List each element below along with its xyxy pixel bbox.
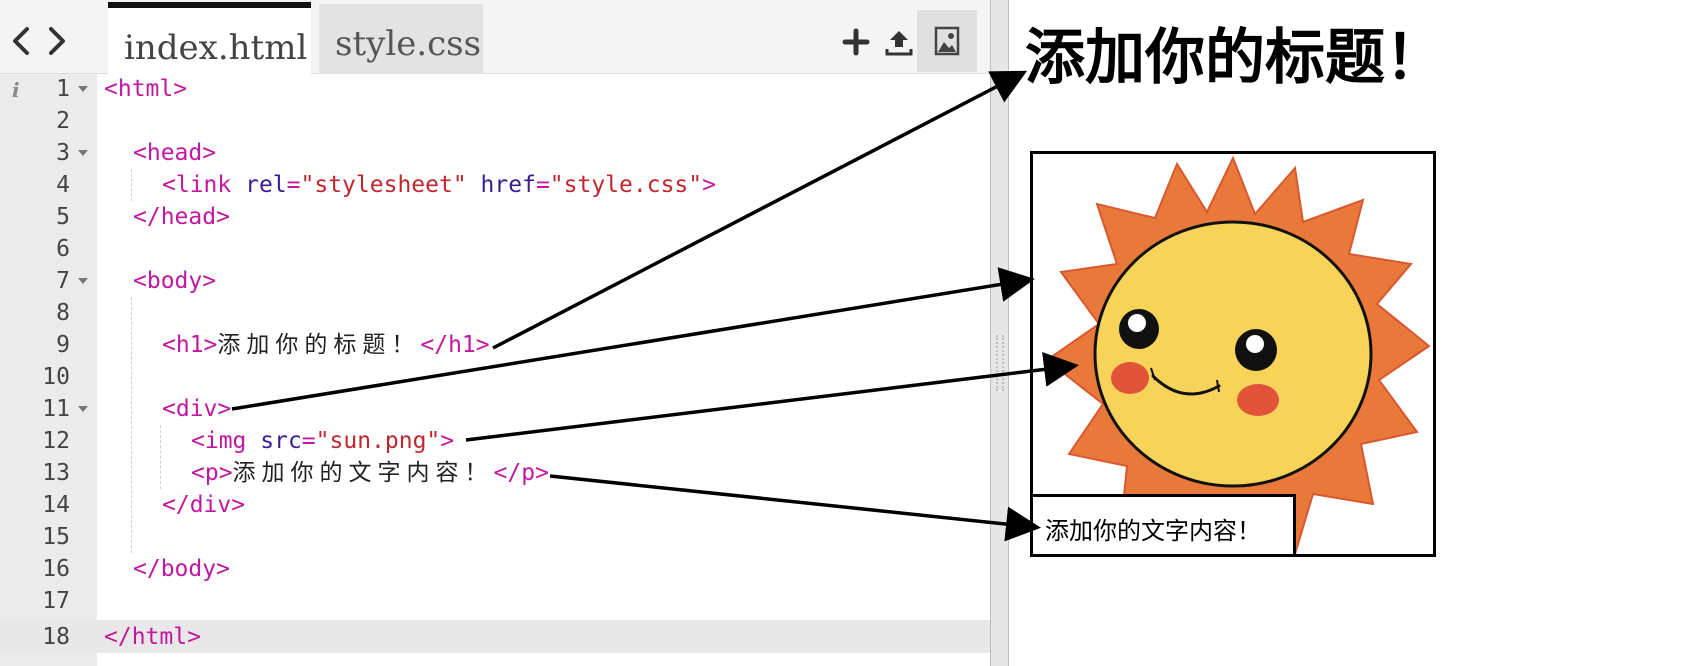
line-number: 18 (42, 624, 70, 650)
left-eye-shine (1128, 314, 1146, 332)
h1-open-tag: <h1> (162, 332, 218, 358)
equals-sign: = (301, 428, 316, 454)
html-close-tag: </html> (104, 624, 201, 650)
preview-heading: 添加你的标题！ (1025, 23, 1445, 93)
src-attribute: src (260, 428, 302, 454)
line-number: 1 (56, 76, 70, 102)
code-line-16[interactable]: </body> (133, 553, 230, 585)
right-cheek (1237, 384, 1279, 416)
right-eye-shine (1246, 335, 1264, 353)
line-number: 4 (56, 172, 70, 198)
href-attribute: href (480, 172, 536, 198)
tab-index-html[interactable]: index.html (108, 2, 311, 75)
sun-face (1093, 220, 1373, 488)
equals-sign: = (535, 172, 550, 198)
code-line-9[interactable]: <h1>添加你的标题！</h1> (162, 329, 490, 361)
line-number: 13 (42, 460, 70, 486)
line-number: 16 (42, 556, 70, 582)
code-line-7[interactable]: <body> (133, 265, 216, 297)
line-number: 7 (56, 268, 70, 294)
img-tag: <img (191, 428, 247, 454)
upload-icon[interactable] (877, 20, 921, 64)
left-cheek (1111, 362, 1149, 394)
line-number: 8 (56, 300, 70, 326)
line-number: 14 (42, 492, 70, 518)
line-number: 17 (42, 588, 70, 614)
div-open-tag: <div> (162, 396, 232, 422)
line-number: 2 (56, 108, 70, 134)
fold-arrow-icon[interactable] (78, 278, 88, 284)
editor-tab-bar: index.html style.css (0, 0, 990, 75)
fold-arrow-icon[interactable] (78, 406, 88, 412)
code-line-18[interactable]: </html> (104, 621, 201, 653)
equals-sign: = (286, 172, 301, 198)
html-open-tag: <html> (104, 76, 188, 102)
head-open-tag: <head> (133, 140, 217, 166)
code-line-14[interactable]: </div> (162, 489, 245, 521)
p-close-tag: </p> (493, 460, 549, 486)
code-line-1[interactable]: <html> (104, 73, 187, 105)
p-text: 添加你的文字内容！ (232, 460, 494, 486)
line-number: 12 (42, 428, 70, 454)
image-icon[interactable] (917, 10, 977, 72)
preview-paragraph: 添加你的文字内容！ (1030, 494, 1296, 557)
head-close-tag: </head> (133, 204, 230, 230)
tag-close-bracket: > (702, 172, 716, 198)
tab-style-css[interactable]: style.css (319, 4, 483, 74)
splitter-grip-icon[interactable] (996, 335, 1004, 391)
rel-attribute: rel (245, 172, 287, 198)
plus-icon[interactable] (834, 20, 878, 64)
indent-guide (131, 169, 132, 201)
src-value: "sun.png" (315, 428, 441, 454)
rel-value: "stylesheet" (300, 172, 467, 198)
body-open-tag: <body> (133, 268, 217, 294)
indent-guide (160, 425, 161, 489)
h1-text: 添加你的标题！ (217, 332, 421, 358)
code-line-12[interactable]: <img src="sun.png"> (191, 425, 454, 457)
code-line-5[interactable]: </head> (133, 201, 230, 233)
tag-close-bracket: > (440, 428, 455, 454)
div-close-tag: </div> (162, 492, 246, 518)
line-number: 10 (42, 364, 70, 390)
body-close-tag: </body> (133, 556, 230, 582)
fold-arrow-icon[interactable] (78, 86, 88, 92)
line-number: 5 (56, 204, 70, 230)
chevron-right-icon[interactable] (46, 24, 68, 58)
chevron-left-icon[interactable] (10, 24, 32, 58)
line-number: 6 (56, 236, 70, 262)
h1-close-tag: </h1> (420, 332, 490, 358)
indent-guide (131, 297, 132, 553)
line-number: 3 (56, 140, 70, 166)
p-open-tag: <p> (191, 460, 233, 486)
code-line-13[interactable]: <p>添加你的文字内容！</p> (191, 457, 549, 489)
line-number: 15 (42, 524, 70, 550)
code-editor-pane: index.html style.css i 1 2 3 4 5 6 7 8 9… (0, 0, 990, 666)
code-line-4[interactable]: <link rel="stylesheet" href="style.css"> (162, 169, 716, 201)
fold-arrow-icon[interactable] (78, 150, 88, 156)
code-line-3[interactable]: <head> (133, 137, 216, 169)
line-number: 11 (42, 396, 70, 422)
pane-splitter[interactable] (990, 0, 1009, 666)
href-value: "style.css" (549, 172, 703, 198)
link-tag: <link (162, 172, 232, 198)
code-line-11[interactable]: <div> (162, 393, 231, 425)
line-number: 9 (56, 332, 70, 358)
preview-pane: 添加你的标题！ 添加你的文字内容！ (1009, 0, 1688, 666)
